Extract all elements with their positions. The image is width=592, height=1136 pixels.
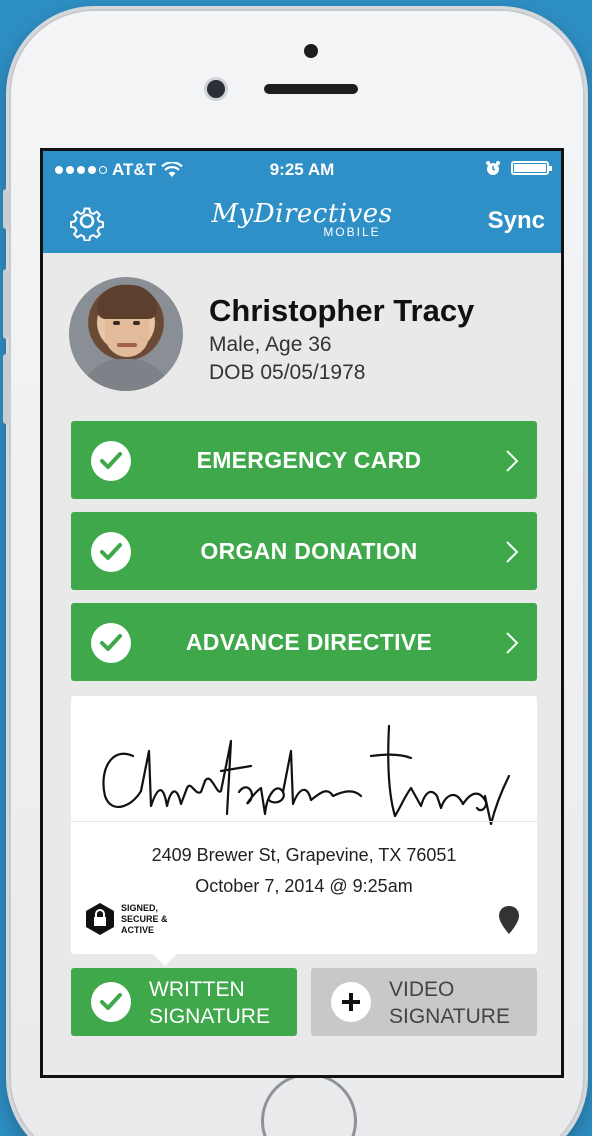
signature-image — [102, 724, 511, 826]
signature-date: October 7, 2014 @ 9:25am — [195, 876, 413, 896]
front-camera — [207, 80, 225, 98]
check-icon — [91, 532, 131, 572]
avatar — [69, 277, 183, 391]
emergency-card-button[interactable]: EMERGENCY CARD — [71, 421, 537, 499]
nav-bar: MyDirectives MOBILE Sync — [43, 189, 561, 253]
profile-section: Christopher Tracy Male, Age 36 DOB 05/05… — [43, 253, 561, 419]
check-icon — [91, 441, 131, 481]
advance-directive-label: ADVANCE DIRECTIVE — [185, 629, 433, 655]
check-icon — [91, 623, 131, 663]
secure-badge: SIGNED, SECURE & ACTIVE — [83, 902, 183, 936]
lock-shield-icon — [86, 903, 114, 935]
mute-switch — [3, 189, 11, 229]
plus-icon — [331, 982, 371, 1022]
volume-down-button — [3, 354, 11, 424]
emergency-card-label: EMERGENCY CARD — [196, 447, 422, 473]
sync-button[interactable]: Sync — [488, 207, 545, 235]
chevron-right-icon — [506, 541, 519, 563]
battery-icon — [511, 161, 552, 175]
video-signature-label-1: VIDEO — [389, 978, 455, 1001]
organ-donation-button[interactable]: ORGAN DONATION — [71, 512, 537, 590]
app-logo: MyDirectives MOBILE — [43, 199, 561, 239]
advance-directive-button[interactable]: ADVANCE DIRECTIVE — [71, 603, 537, 681]
volume-up-button — [3, 269, 11, 339]
proximity-sensor — [304, 44, 318, 58]
video-signature-label-2: SIGNATURE — [389, 1005, 510, 1028]
signature-address: 2409 Brewer St, Grapevine, TX 76051 — [151, 845, 457, 865]
status-bar: AT&T 9:25 AM — [43, 151, 561, 189]
signature-divider — [71, 821, 537, 822]
profile-name: Christopher Tracy — [209, 293, 475, 328]
chevron-right-icon — [506, 450, 519, 472]
earpiece-speaker — [264, 84, 358, 94]
organ-donation-label: ORGAN DONATION — [200, 538, 418, 564]
profile-dob: DOB 05/05/1978 — [209, 361, 366, 384]
signature-card: 2409 Brewer St, Grapevine, TX 76051 Octo… — [71, 696, 537, 954]
secure-badge-text: SIGNED, SECURE & ACTIVE — [121, 902, 168, 935]
app-screen: AT&T 9:25 AM MyDirectives MOBILE Sync Ch… — [40, 148, 564, 1078]
signature-pointer — [153, 954, 177, 966]
status-right-group — [485, 160, 552, 176]
video-signature-button[interactable]: VIDEO SIGNATURE — [311, 968, 537, 1036]
alarm-icon — [486, 161, 500, 175]
written-signature-label-2: SIGNATURE — [149, 1005, 270, 1028]
location-pin-icon[interactable] — [499, 906, 519, 934]
status-time: 9:25 AM — [269, 160, 335, 179]
home-button[interactable] — [261, 1073, 357, 1136]
written-signature-label-1: WRITTEN — [149, 978, 245, 1001]
check-icon — [91, 982, 131, 1022]
profile-gender-age: Male, Age 36 — [209, 333, 332, 356]
chevron-right-icon — [506, 632, 519, 654]
written-signature-button[interactable]: WRITTEN SIGNATURE — [71, 968, 297, 1036]
